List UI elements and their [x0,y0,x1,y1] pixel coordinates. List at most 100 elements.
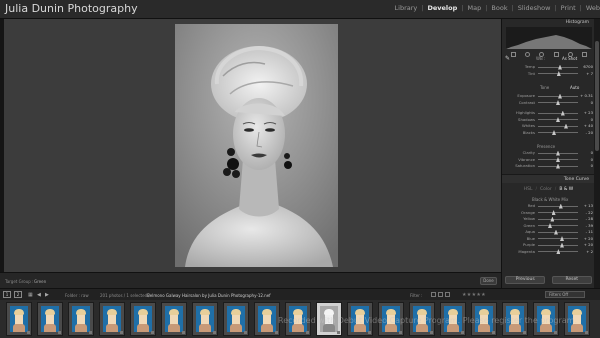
slider-value[interactable]: + 40 [579,123,593,129]
bw-slider-green[interactable]: Green - 39 [505,223,593,229]
filmstrip-thumbnail[interactable] [192,302,218,336]
main-photo[interactable] [175,24,338,267]
bw-slider-yellow[interactable]: Yellow - 28 [505,216,593,222]
bw-slider-aqua[interactable]: Aqua - 11 [505,229,593,235]
basic-slider-contrast[interactable]: Contrast 0 [505,100,593,106]
target-group-value[interactable]: Green [34,279,46,284]
basic-slider-tint[interactable]: Tint + 7 [505,71,593,77]
slider-track[interactable] [538,212,578,213]
module-library[interactable]: Library [395,4,418,12]
badge-icon [27,331,30,334]
loupe-view[interactable] [4,19,501,272]
slider-track[interactable] [538,205,578,207]
arrow-left-icon[interactable]: ◀ [37,292,41,298]
graduated-filter-icon[interactable] [553,52,559,57]
filmstrip-thumbnail[interactable] [130,302,156,336]
module-slideshow[interactable]: Slideshow [518,4,551,12]
tone-auto-button[interactable]: Auto [570,85,579,90]
slider-value[interactable]: - 20 [579,130,593,136]
module-develop[interactable]: Develop [427,4,457,12]
adjustment-brush-icon[interactable] [582,52,588,57]
tab-color[interactable]: Color [540,187,552,192]
flag-filter-3[interactable] [445,292,450,297]
grid-icon[interactable]: ▦ [28,292,33,298]
filmstrip-thumbnail[interactable] [223,302,249,336]
arrow-right-icon[interactable]: ▶ [45,292,49,298]
slider-value[interactable]: 0 [579,150,593,156]
bw-slider-magenta[interactable]: Magenta + 2 [505,249,593,255]
source-label[interactable]: Folder : raw [65,293,89,298]
slider-value[interactable]: + 13 [579,203,593,209]
filmstrip-thumbnail[interactable] [161,302,187,336]
scrollbar-thumb[interactable] [595,41,599,151]
basic-slider-clarity[interactable]: Clarity 0 [505,150,593,156]
filmstrip-thumbnail[interactable] [37,302,63,336]
basic-slider-shadows[interactable]: Shadows 0 [505,117,593,123]
basic-slider-highlights[interactable]: Highlights + 23 [505,110,593,116]
top-panel: Julia Dunin Photography Library | Develop… [0,0,600,19]
slider-value[interactable]: - 22 [579,210,593,216]
slider-value[interactable]: + 20 [579,242,593,248]
bw-slider-orange[interactable]: Orange - 22 [505,210,593,216]
slider-value[interactable]: - 39 [579,223,593,229]
slider-track[interactable] [538,132,578,133]
slider-track[interactable] [538,238,578,239]
bw-slider-blue[interactable]: Blue + 20 [505,236,593,242]
bw-slider-purple[interactable]: Purple + 20 [505,242,593,248]
slider-value[interactable]: - 28 [579,216,593,222]
slider-value[interactable]: + 23 [579,110,593,116]
basic-slider-exposure[interactable]: Exposure + 0.31 [505,93,593,99]
module-web[interactable]: Web [586,4,600,12]
right-panel-scrollbar[interactable] [594,19,600,288]
done-button[interactable]: Done [480,277,497,285]
slider-track[interactable] [538,218,578,220]
filter-select[interactable]: Filters Off [545,291,585,298]
module-map[interactable]: Map [467,4,481,12]
slider-track[interactable] [538,231,578,233]
tab-hsl[interactable]: HSL [524,187,533,192]
filmstrip-thumbnail[interactable] [254,302,280,336]
slider-track[interactable] [538,66,578,68]
slider-value[interactable]: 0 [579,100,593,106]
slider-value[interactable]: + 7 [579,71,593,77]
slider-track[interactable] [538,95,578,97]
watermark-text: Recorded with Debut Video Capture Progra… [278,316,578,325]
slider-track[interactable] [538,125,578,127]
bw-slider-red[interactable]: Red + 13 [505,203,593,209]
slider-track[interactable] [538,244,578,246]
filmstrip-thumbnail[interactable] [6,302,32,336]
basic-slider-whites[interactable]: Whites + 40 [505,123,593,129]
previous-button[interactable]: Previous [505,276,546,284]
module-print[interactable]: Print [561,4,576,12]
slider-value[interactable]: + 0.31 [579,93,593,99]
slider-value[interactable]: - 11 [579,229,593,235]
slider-track[interactable] [538,112,578,114]
slider-value[interactable]: + 20 [579,236,593,242]
slider-track[interactable] [538,225,578,226]
slider-value[interactable]: 0 [579,157,593,163]
slider-value[interactable]: 0 [579,117,593,123]
page-2-button[interactable]: 2 [14,291,22,298]
star-filter[interactable]: ★★★★★ [462,292,486,298]
slider-value[interactable]: 0 [579,163,593,169]
module-book[interactable]: Book [491,4,507,12]
page-1-button[interactable]: 1 [3,291,11,298]
filmstrip-thumbnail[interactable] [99,302,125,336]
spot-removal-icon[interactable] [524,52,530,57]
basic-slider-blacks[interactable]: Blacks - 20 [505,130,593,136]
basic-slider-vibrance[interactable]: Vibrance 0 [505,157,593,163]
flag-filter-2[interactable] [438,292,443,297]
slider-value[interactable]: + 2 [579,249,593,255]
eyedropper-icon[interactable]: ✎ [505,55,510,62]
tone-curve-header[interactable]: Tone Curve [502,174,595,183]
tab-bw[interactable]: B & W [559,187,573,192]
crop-icon[interactable] [510,52,516,57]
wb-value[interactable]: As Shot [562,56,577,61]
filmstrip-thumbnail[interactable] [68,302,94,336]
reset-button[interactable]: Reset [551,276,592,284]
basic-slider-saturation[interactable]: Saturation 0 [505,163,593,169]
flag-filter-1[interactable] [431,292,436,297]
basic-slider-temp[interactable]: Temp 6700 [505,64,593,70]
histogram-header[interactable]: Histogram [502,19,595,26]
slider-value[interactable]: 6700 [579,64,593,70]
